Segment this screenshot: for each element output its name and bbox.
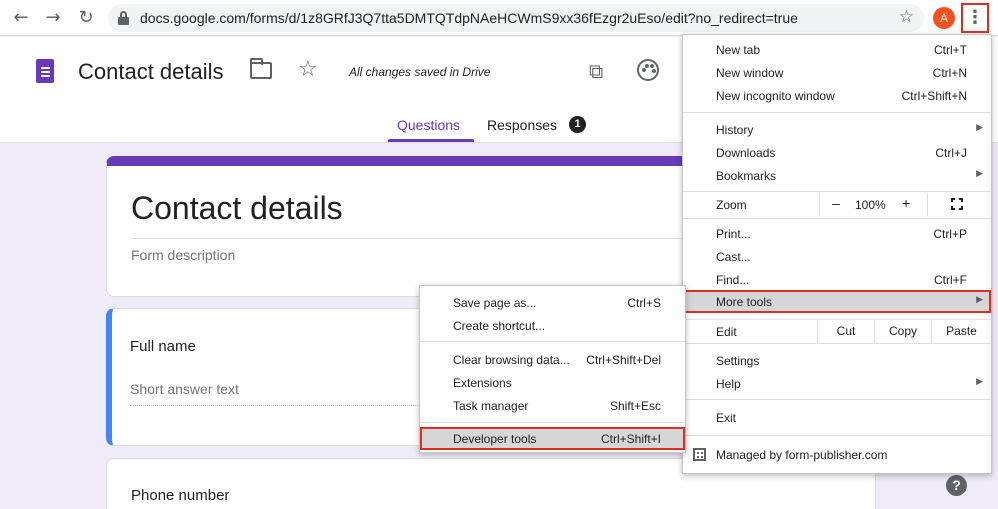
reload-icon[interactable]: ↻ xyxy=(74,6,98,30)
menu-divider xyxy=(683,435,991,436)
question-title[interactable]: Phone number xyxy=(131,487,229,504)
form-description-input[interactable]: Form description xyxy=(131,247,235,263)
menu-edit-row: Edit Cut Copy Paste xyxy=(683,320,991,343)
menu-divider xyxy=(683,218,991,219)
address-bar[interactable]: docs.google.com/forms/d/1z8GRfJ3Q7tta5DM… xyxy=(108,4,924,32)
folder-icon[interactable] xyxy=(250,58,272,79)
menu-divider xyxy=(420,422,685,423)
menu-item-print[interactable]: Print... Ctrl+P xyxy=(683,222,991,245)
submenu-arrow-icon: ▶ xyxy=(976,169,983,179)
zoom-in-button[interactable]: + xyxy=(902,195,910,211)
building-icon xyxy=(693,448,706,461)
submenu-item-developer-tools[interactable]: Developer tools Ctrl+Shift+I xyxy=(420,427,685,450)
browser-toolbar: ← → ↻ docs.google.com/forms/d/1z8GRfJ3Q7… xyxy=(0,0,998,36)
more-tools-submenu: Save page as... Ctrl+S Create shortcut..… xyxy=(419,285,686,453)
menu-item-bookmarks[interactable]: Bookmarks ▶ xyxy=(683,164,991,187)
chrome-menu-button[interactable]: ⋮ xyxy=(961,3,989,33)
menu-zoom-row: Zoom – 100% + xyxy=(683,193,991,216)
answer-underline xyxy=(130,405,420,406)
help-icon[interactable]: ? xyxy=(946,475,967,496)
submenu-item-clear-browsing-data[interactable]: Clear browsing data... Ctrl+Shift+Del xyxy=(420,348,685,371)
lock-icon xyxy=(118,11,129,25)
copy-button[interactable]: Copy xyxy=(874,320,931,343)
submenu-item-task-manager[interactable]: Task manager Shift+Esc xyxy=(420,394,685,417)
menu-item-new-incognito-window[interactable]: New incognito window Ctrl+Shift+N xyxy=(683,84,991,107)
fullscreen-icon[interactable] xyxy=(951,198,963,210)
active-tab-indicator xyxy=(388,139,474,142)
submenu-arrow-icon: ▶ xyxy=(976,295,983,305)
bookmark-star-icon[interactable]: ☆ xyxy=(899,7,914,27)
submenu-arrow-icon: ▶ xyxy=(976,377,983,387)
menu-item-cast[interactable]: Cast... xyxy=(683,245,991,268)
document-title[interactable]: Contact details xyxy=(78,59,224,85)
menu-divider xyxy=(683,343,991,344)
menu-divider xyxy=(420,341,685,342)
responses-count-badge: 1 xyxy=(569,116,586,133)
forms-logo-icon[interactable] xyxy=(36,59,54,83)
save-status: All changes saved in Drive xyxy=(349,65,491,79)
forward-arrow-icon[interactable]: → xyxy=(41,6,65,30)
tab-questions[interactable]: Questions xyxy=(397,117,460,133)
menu-divider xyxy=(683,191,991,192)
zoom-out-button[interactable]: – xyxy=(830,195,842,211)
menu-item-downloads[interactable]: Downloads Ctrl+J xyxy=(683,141,991,164)
cut-button[interactable]: Cut xyxy=(817,320,874,343)
menu-item-exit[interactable]: Exit xyxy=(683,406,991,429)
back-arrow-icon[interactable]: ← xyxy=(9,6,33,30)
menu-item-help[interactable]: Help ▶ xyxy=(683,372,991,395)
zoom-level: 100% xyxy=(855,198,886,212)
menu-item-history[interactable]: History ▶ xyxy=(683,118,991,141)
menu-item-settings[interactable]: Settings xyxy=(683,349,991,372)
url-text[interactable]: docs.google.com/forms/d/1z8GRfJ3Q7tta5DM… xyxy=(140,10,798,26)
title-underline xyxy=(131,238,731,239)
answer-placeholder: Short answer text xyxy=(130,381,239,397)
form-title[interactable]: Contact details xyxy=(131,190,343,227)
submenu-arrow-icon: ▶ xyxy=(976,123,983,133)
chrome-main-menu: New tab Ctrl+T New window Ctrl+N New inc… xyxy=(682,34,992,474)
menu-divider xyxy=(683,112,991,113)
menu-divider xyxy=(683,399,991,400)
addon-puzzle-icon[interactable]: ⧉ xyxy=(589,59,603,83)
palette-icon[interactable] xyxy=(637,59,659,81)
tab-responses[interactable]: Responses xyxy=(487,117,557,133)
submenu-item-save-page-as[interactable]: Save page as... Ctrl+S xyxy=(420,291,685,314)
star-icon[interactable]: ☆ xyxy=(298,57,318,82)
question-title[interactable]: Full name xyxy=(130,338,196,355)
menu-item-new-window[interactable]: New window Ctrl+N xyxy=(683,61,991,84)
paste-button[interactable]: Paste xyxy=(931,320,991,343)
menu-item-managed-by[interactable]: Managed by form-publisher.com xyxy=(683,443,991,466)
profile-avatar[interactable]: A xyxy=(933,7,955,29)
menu-item-new-tab[interactable]: New tab Ctrl+T xyxy=(683,38,991,61)
submenu-item-create-shortcut[interactable]: Create shortcut... xyxy=(420,314,685,337)
menu-item-find[interactable]: Find... Ctrl+F xyxy=(683,268,991,291)
menu-item-more-tools[interactable]: More tools ▶ xyxy=(683,290,991,313)
submenu-item-extensions[interactable]: Extensions xyxy=(420,371,685,394)
